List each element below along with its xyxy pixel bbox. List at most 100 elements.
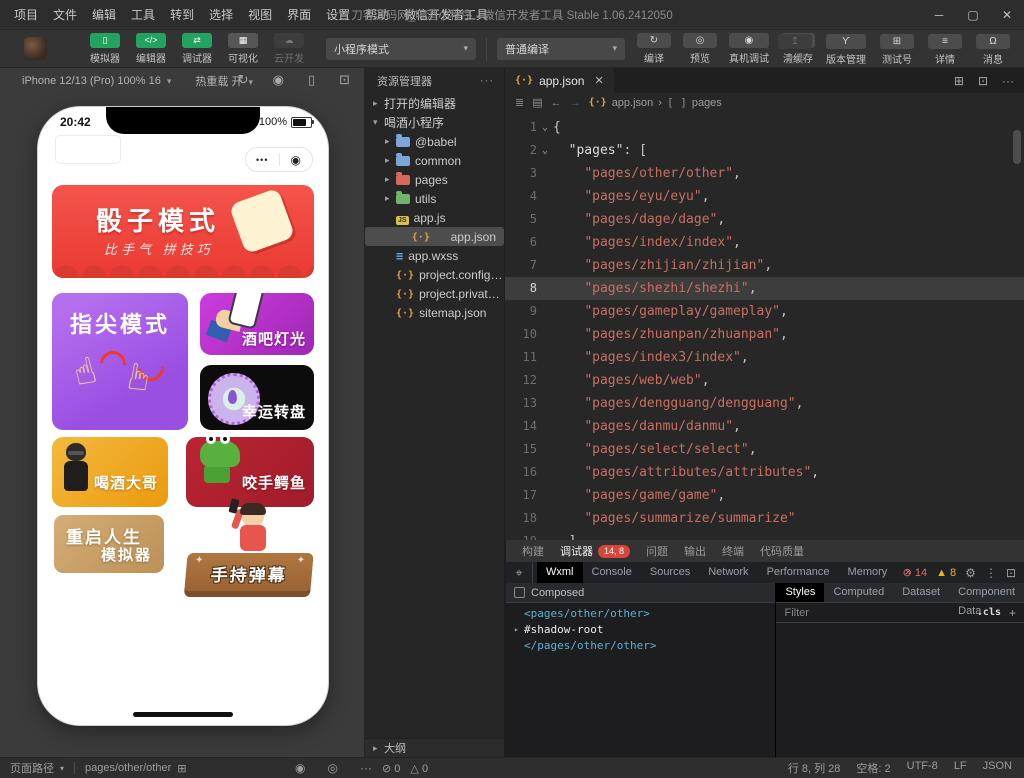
breadcrumb-file[interactable]: app.json xyxy=(612,97,654,109)
explorer-item[interactable]: ▸ 打开的编辑器 xyxy=(365,94,504,113)
tile-lucky-wheel[interactable]: 幸运转盘 xyxy=(200,365,314,430)
split-editor-icon[interactable]: ⊡ xyxy=(978,74,988,88)
code-line[interactable]: 10 "pages/zhuanpan/zhuanpan", xyxy=(505,323,1024,346)
status-item[interactable]: 行 8, 列 28 xyxy=(788,760,841,776)
status-item[interactable]: UTF-8 xyxy=(907,760,938,776)
debugger-tab[interactable]: 问题 xyxy=(646,543,668,559)
compile-mode-select[interactable]: 普通编译 ▾ xyxy=(497,38,625,60)
explorer-item[interactable]: ▸ common xyxy=(365,151,504,170)
code-line[interactable]: 19 ] xyxy=(505,530,1024,540)
preview-status-icon[interactable]: ◎ xyxy=(327,761,337,775)
explorer-item[interactable]: ▸ utils xyxy=(365,189,504,208)
devtools-tab[interactable]: Console xyxy=(583,562,641,583)
debugger-tab[interactable]: 代码质量 xyxy=(760,543,804,559)
visualize-button[interactable]: ▦ 可视化 xyxy=(220,33,266,65)
status-item[interactable]: 空格: 2 xyxy=(856,760,890,776)
capsule-button[interactable]: ••• ◉ xyxy=(245,147,313,172)
open-preview-icon[interactable]: ⊞ xyxy=(954,74,964,88)
devtools-tab[interactable]: Memory xyxy=(839,562,897,583)
fold-arrow-icon[interactable] xyxy=(537,461,553,484)
user-info-placeholder[interactable] xyxy=(55,135,121,164)
more-actions-icon[interactable]: ··· xyxy=(1002,74,1014,88)
editor-toggle-button[interactable]: </> 编辑器 xyxy=(128,33,174,65)
fold-arrow-icon[interactable] xyxy=(537,300,553,323)
menu-item[interactable]: 界面 xyxy=(287,6,311,23)
devtools-tab[interactable]: Sources xyxy=(641,562,699,583)
minimize-icon[interactable]: ─ xyxy=(922,8,956,22)
code-line[interactable]: 13 "pages/dengguang/dengguang", xyxy=(505,392,1024,415)
fold-arrow-icon[interactable] xyxy=(537,415,553,438)
explorer-item[interactable]: app.json xyxy=(365,227,504,246)
list-icon[interactable]: ≣ xyxy=(515,96,524,109)
menu-item[interactable]: 项目 xyxy=(14,6,38,23)
fold-arrow-icon[interactable]: ⌄ xyxy=(537,139,553,162)
fold-arrow-icon[interactable] xyxy=(537,231,553,254)
explorer-item[interactable]: project.config.json xyxy=(365,265,504,284)
menu-item[interactable]: 工具 xyxy=(131,6,155,23)
styles-pane-tab[interactable]: Component Data xyxy=(949,583,1024,602)
more-status-icon[interactable]: ··· xyxy=(360,761,372,775)
debugger-tab[interactable]: 调试器 14, 8 xyxy=(560,543,630,559)
explorer-item[interactable]: app.wxss xyxy=(365,246,504,265)
inspect-element-icon[interactable]: ⌖ xyxy=(506,562,533,583)
mode-select[interactable]: 小程序模式 ▾ xyxy=(326,38,476,60)
fold-arrow-icon[interactable] xyxy=(537,346,553,369)
fold-arrow-icon[interactable]: ⌄ xyxy=(537,116,553,139)
fold-arrow-icon[interactable] xyxy=(537,507,553,530)
fold-arrow-icon[interactable] xyxy=(537,254,553,277)
debugger-tab[interactable]: 输出 xyxy=(684,543,706,559)
code-line[interactable]: 1 ⌄ { xyxy=(505,116,1024,139)
dom-node[interactable]: <pages/other/other> xyxy=(514,606,775,622)
fold-arrow-icon[interactable] xyxy=(537,369,553,392)
device-select[interactable]: iPhone 12/13 (Pro) 100% 16 ▾ xyxy=(22,75,171,87)
more-icon[interactable]: ••• xyxy=(246,155,279,165)
code-line[interactable]: 18 "pages/summarize/summarize" xyxy=(505,507,1024,530)
close-tab-icon[interactable]: ✕ xyxy=(594,74,603,87)
device-debug-button[interactable]: ◉ 真机调试 xyxy=(729,33,769,65)
tile-restart-life[interactable]: 重启人生 模拟器 xyxy=(54,515,164,573)
page-path-label[interactable]: 页面路径 xyxy=(10,760,54,776)
copy-path-icon[interactable]: ⊞ xyxy=(177,762,186,775)
cloud-dev-button[interactable]: ☁ 云开发 xyxy=(266,33,312,65)
simulator-toggle-button[interactable]: ▯ 模拟器 xyxy=(82,33,128,65)
add-style-icon[interactable]: + xyxy=(1009,606,1016,620)
editor-scrollbar[interactable] xyxy=(1013,130,1021,164)
preview-button[interactable]: ◎ 预览 xyxy=(683,33,717,65)
code-line[interactable]: 14 "pages/danmu/danmu", xyxy=(505,415,1024,438)
explorer-item[interactable]: ▸ pages xyxy=(365,170,504,189)
dock-icon[interactable]: ⊡ xyxy=(1006,566,1016,580)
code-line[interactable]: 6 "pages/index/index", xyxy=(505,231,1024,254)
record-icon[interactable]: ◉ xyxy=(273,72,284,88)
tile-dice-mode[interactable]: 骰子模式 比手气 拼技巧 xyxy=(52,185,314,278)
code-line[interactable]: 7 "pages/zhijian/zhijian", xyxy=(505,254,1024,277)
explorer-item[interactable]: app.js xyxy=(365,208,504,227)
filter-input[interactable]: Filter xyxy=(784,607,968,619)
tile-fingertip-mode[interactable]: 指尖模式 ☝ ☝ xyxy=(52,293,188,430)
rotate-icon[interactable]: ↻ xyxy=(238,72,249,88)
compile-button[interactable]: ↻ 编译 xyxy=(637,33,671,65)
code-line[interactable]: 12 "pages/web/web", xyxy=(505,369,1024,392)
explorer-item[interactable]: ▾ 喝酒小程序 xyxy=(365,113,504,132)
fold-arrow-icon[interactable] xyxy=(537,185,553,208)
code-line[interactable]: 4 "pages/eyu/eyu", xyxy=(505,185,1024,208)
explorer-item[interactable]: ▸ @babel xyxy=(365,132,504,151)
code-line[interactable]: 15 "pages/select/select", xyxy=(505,438,1024,461)
menu-item[interactable]: 转到 xyxy=(170,6,194,23)
fold-arrow-icon[interactable] xyxy=(537,392,553,415)
outline-section[interactable]: ▸ 大纲 xyxy=(365,738,504,757)
debugger-toggle-button[interactable]: ⇄ 调试器 xyxy=(174,33,220,65)
cls-button[interactable]: .cls xyxy=(977,607,1001,618)
home-capsule-icon[interactable]: ◉ xyxy=(280,153,313,167)
problems-summary[interactable]: ⊘ 0 △ 0 xyxy=(382,762,428,775)
styles-pane-tab[interactable]: Computed xyxy=(824,583,893,602)
kebab-menu-icon[interactable]: ⋮ xyxy=(985,566,997,580)
code-line[interactable]: 9 "pages/gameplay/gameplay", xyxy=(505,300,1024,323)
fold-arrow-icon[interactable] xyxy=(537,438,553,461)
status-item[interactable]: JSON xyxy=(983,760,1012,776)
page-path-value[interactable]: pages/other/other xyxy=(85,762,171,774)
styles-pane-tab[interactable]: Styles xyxy=(776,583,824,602)
code-line[interactable]: 11 "pages/index3/index", xyxy=(505,346,1024,369)
close-icon[interactable]: ✕ xyxy=(990,8,1024,22)
phone-simulator[interactable]: 20:42 100% ••• ◉ 骰子模式 比手气 拼技巧 指尖模式 xyxy=(38,107,328,725)
code-line[interactable]: 2 ⌄ "pages": [ xyxy=(505,139,1024,162)
